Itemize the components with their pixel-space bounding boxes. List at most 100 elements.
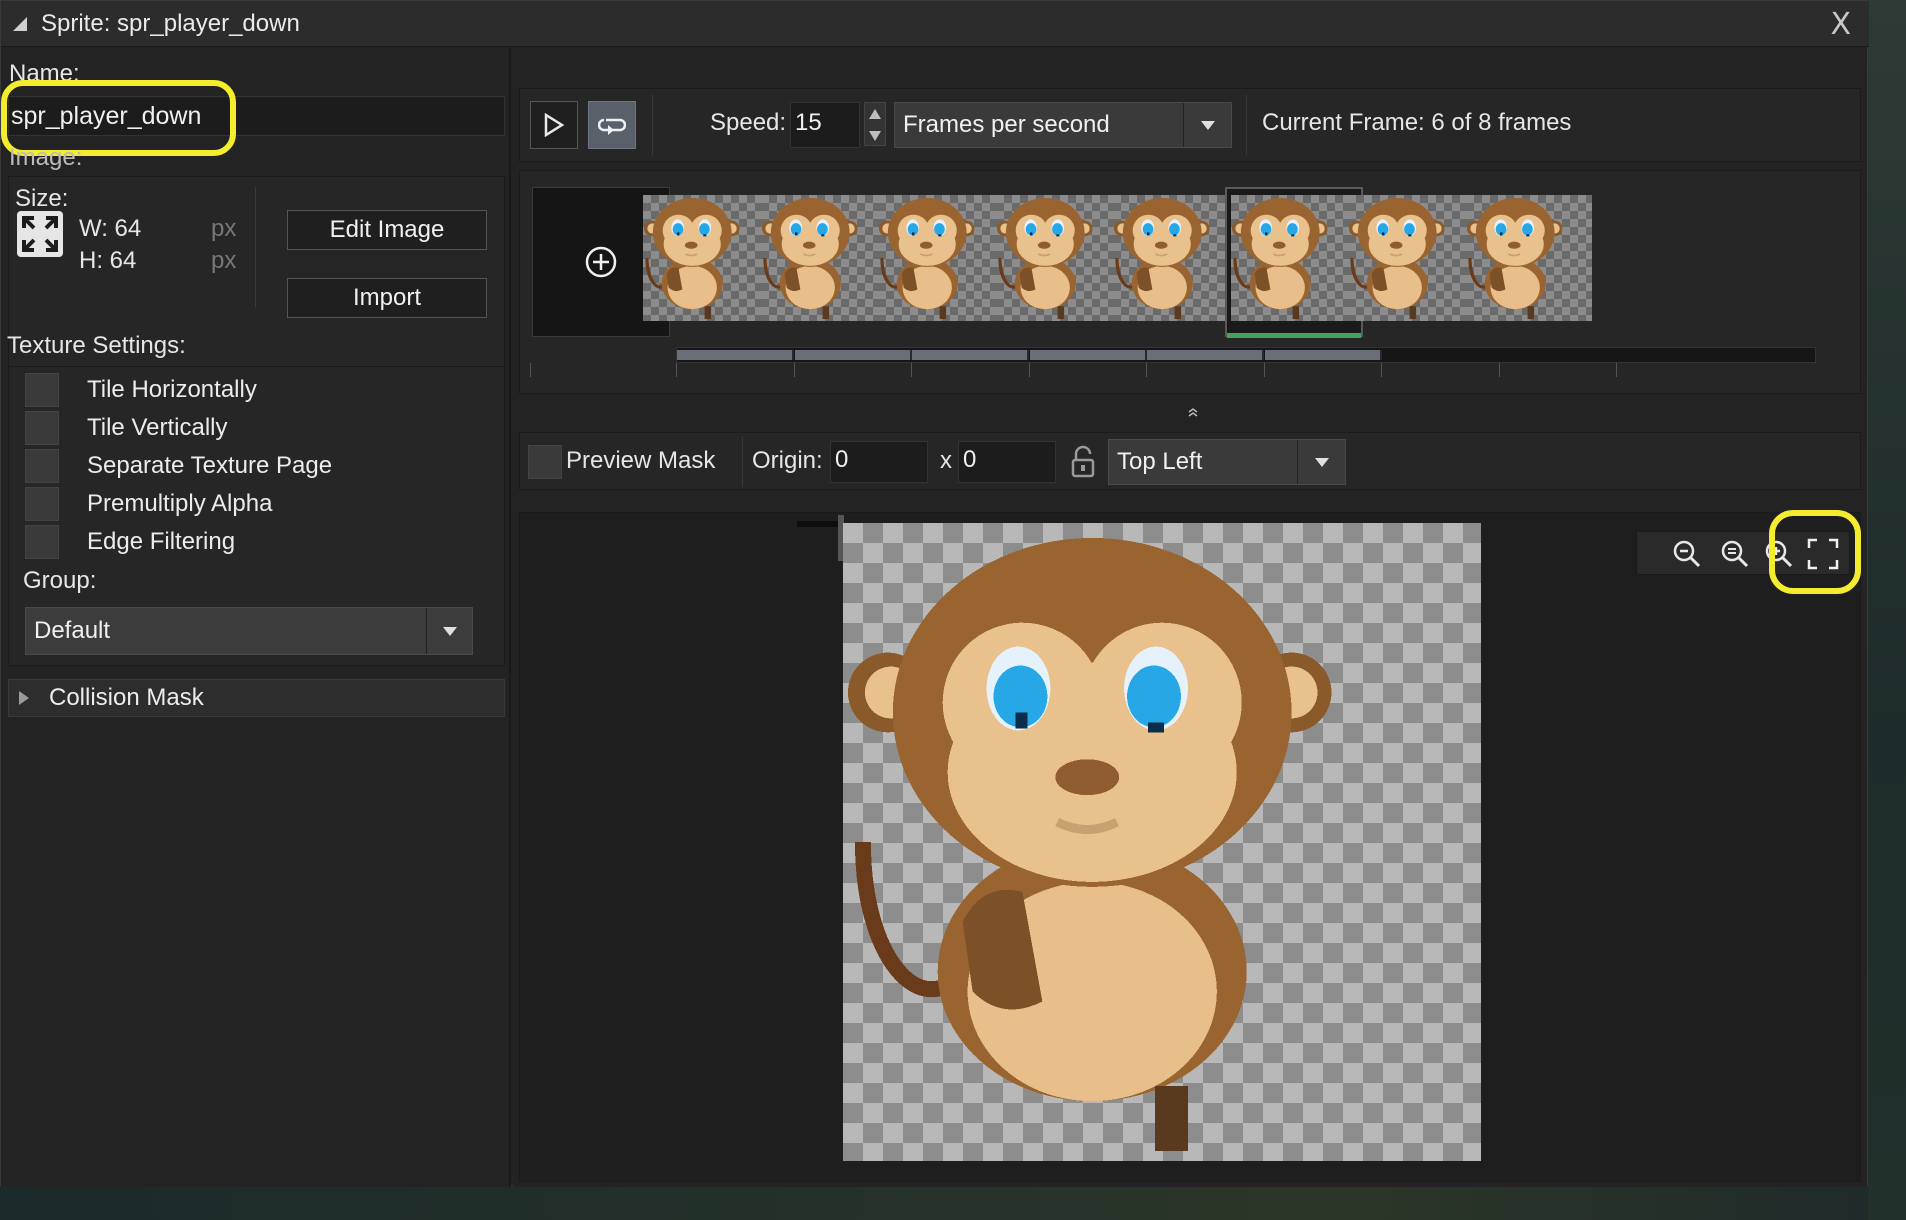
edit-image-button[interactable]: Edit Image (287, 210, 487, 250)
speed-stepper[interactable] (864, 102, 886, 146)
height-value: H: 64 (79, 247, 137, 274)
timeline-tick (1616, 363, 1617, 377)
collision-mask-label: Collision Mask (49, 684, 204, 711)
frame-thumbnail[interactable] (1112, 195, 1239, 321)
collision-mask-section[interactable]: Collision Mask (8, 679, 505, 717)
speed-input[interactable]: 15 (790, 102, 860, 148)
play-button[interactable] (530, 101, 578, 149)
timeline-tick (1381, 363, 1382, 377)
selected-frame-indicator (1226, 333, 1361, 338)
frame-thumbnail[interactable] (994, 195, 1122, 321)
monkey-sprite (1229, 196, 1329, 321)
checkbox-label: Tile Horizontally (87, 376, 257, 403)
divider (742, 437, 743, 487)
width-unit: px (211, 215, 237, 242)
loop-icon (598, 118, 626, 135)
timeline-tick (911, 363, 912, 377)
sprite-preview-panel: Speed: 15 Frames per second Current Fram… (513, 48, 1867, 1187)
checkbox-edge-filtering[interactable]: Edge Filtering (25, 525, 235, 559)
checkbox-box[interactable] (25, 487, 59, 521)
monkey-sprite (642, 196, 742, 321)
origin-preset-value: Top Left (1117, 448, 1203, 475)
play-icon (544, 113, 565, 137)
window-title: Sprite: spr_player_down (41, 9, 300, 37)
timeline-tick (1146, 363, 1147, 377)
timeline-tick (1498, 363, 1500, 377)
desktop-background-right (1868, 0, 1906, 1220)
properties-panel: Name: spr_player_down Image: Size: W: 64… (1, 48, 511, 1187)
speed-label: Speed: (710, 109, 787, 136)
timeline-bar[interactable] (676, 347, 1816, 363)
frame-thumbnail[interactable] (759, 195, 887, 321)
zoom-out-icon[interactable] (1667, 534, 1707, 574)
origin-x-separator: x (940, 447, 952, 474)
chevron-down-icon[interactable] (1183, 103, 1231, 147)
frame-thumbnail[interactable] (877, 195, 1004, 321)
title-bar[interactable]: Sprite: spr_player_down X (1, 1, 1869, 47)
sprite-canvas[interactable] (519, 512, 1861, 1182)
highlight-fit-button (1769, 510, 1861, 594)
desktop-background (0, 1186, 1906, 1220)
origin-marker (797, 521, 839, 527)
collapse-triangle-icon[interactable] (13, 16, 27, 31)
divider (255, 187, 256, 307)
origin-toolbar: Preview Mask Origin: 0 x 0 Top Left (519, 432, 1861, 490)
timeline-segment (1029, 350, 1147, 360)
checkbox-label: Tile Vertically (87, 414, 228, 441)
close-button[interactable]: X (1830, 7, 1851, 42)
import-button[interactable]: Import (287, 278, 487, 318)
texture-settings-label: Texture Settings: (7, 332, 186, 359)
frame-thumbnail[interactable] (1347, 195, 1474, 321)
image-label: Image: (9, 144, 83, 171)
width-value: W: 64 (79, 215, 142, 242)
checkbox-premultiply-alpha[interactable]: Premultiply Alpha (25, 487, 272, 521)
checkbox-label: Separate Texture Page (87, 452, 333, 479)
checkbox-box[interactable] (25, 525, 59, 559)
origin-label: Origin: (752, 447, 823, 474)
checkbox-label: Premultiply Alpha (87, 490, 273, 517)
checkbox-separate-texture-page[interactable]: Separate Texture Page (25, 449, 332, 483)
speed-unit-value: Frames per second (903, 111, 1110, 138)
monkey-sprite (759, 196, 859, 321)
add-circle-icon (585, 246, 617, 278)
monkey-sprite (1347, 196, 1447, 321)
unlock-icon[interactable] (1066, 443, 1100, 481)
speed-unit-dropdown[interactable]: Frames per second (894, 102, 1232, 148)
double-chevron-up-icon (1188, 408, 1198, 417)
checkbox-box[interactable] (25, 373, 59, 407)
checkbox-tile-horizontally[interactable]: Tile Horizontally (25, 373, 257, 407)
checkbox-box[interactable] (25, 411, 59, 445)
zoom-reset-icon[interactable] (1715, 534, 1755, 574)
frame-thumbnail[interactable] (1229, 195, 1357, 321)
origin-y-input[interactable]: 0 (958, 441, 1056, 483)
sprite-preview-image (843, 523, 1481, 1161)
timeline-segment (1264, 350, 1382, 360)
chevron-down-icon[interactable] (1297, 440, 1345, 484)
size-label: Size: (15, 185, 69, 212)
preview-mask-label: Preview Mask (566, 447, 716, 474)
origin-preset-dropdown[interactable]: Top Left (1108, 439, 1346, 485)
panel-splitter[interactable] (1183, 406, 1203, 422)
origin-x-input[interactable]: 0 (830, 441, 928, 483)
frames-strip (519, 170, 1861, 394)
expand-triangle-icon[interactable] (19, 691, 29, 705)
resize-icon[interactable] (17, 211, 63, 257)
chevron-down-icon[interactable] (426, 608, 472, 654)
frame-thumbnail[interactable] (642, 195, 769, 321)
timeline-tick (793, 363, 795, 377)
timeline-tick (530, 363, 531, 377)
current-frame-label: Current Frame: 6 of 8 frames (1262, 109, 1572, 136)
checkbox-box[interactable] (25, 449, 59, 483)
sprite-editor-window: Sprite: spr_player_down X Name: spr_play… (0, 0, 1869, 1187)
loop-button[interactable] (588, 101, 636, 149)
height-unit: px (211, 247, 237, 274)
monkey-sprite (1112, 196, 1212, 321)
frame-thumbnail[interactable] (1464, 195, 1592, 321)
preview-mask-checkbox[interactable] (528, 445, 562, 479)
group-dropdown[interactable]: Default (25, 607, 473, 655)
playback-toolbar: Speed: 15 Frames per second Current Fram… (519, 88, 1861, 162)
divider (652, 95, 653, 155)
checkbox-tile-vertically[interactable]: Tile Vertically (25, 411, 227, 445)
timeline-segment (912, 350, 1029, 360)
monkey-sprite (877, 196, 977, 321)
